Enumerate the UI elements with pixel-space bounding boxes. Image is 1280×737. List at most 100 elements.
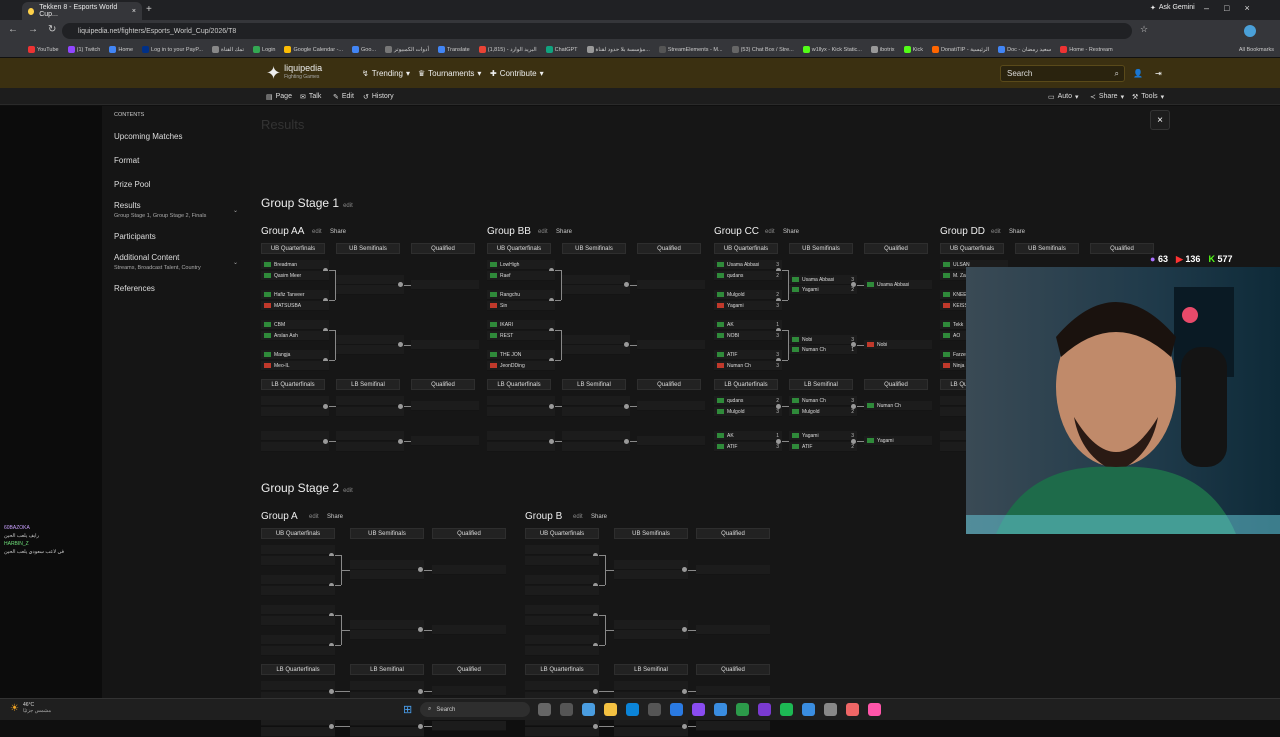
taskbar-app-icon[interactable] [692, 703, 705, 716]
login-icon[interactable]: ⇥ [1155, 69, 1162, 78]
bookmark-item[interactable]: البريد الوارد - (1,815) [478, 46, 537, 53]
share-link[interactable]: Share [556, 229, 572, 235]
bookmark-item[interactable]: Translate [438, 46, 470, 53]
new-tab-button[interactable]: + [146, 4, 152, 15]
taskbar-app-icon[interactable] [802, 703, 815, 716]
share-link[interactable]: Share [327, 514, 343, 520]
edit-link[interactable]: edit [309, 514, 319, 520]
weather-widget[interactable]: ☀ 46°C مشمس جزئيًا [10, 702, 51, 714]
toc-results-sub[interactable]: Group Stage 1, Group Stage 2, Finals [114, 213, 206, 219]
toc-item-results[interactable]: Results [114, 201, 141, 210]
edit-tab[interactable]: ✎ Edit [333, 88, 354, 105]
taskbar-search[interactable]: ⌕ Search [420, 702, 530, 717]
back-icon[interactable]: ← [8, 24, 18, 35]
bookmark-item[interactable]: Google Calendar -... [284, 46, 343, 53]
bookmark-star-icon[interactable]: ☆ [1140, 24, 1148, 35]
bookmark-item[interactable]: ibotrix [870, 46, 895, 53]
bookmark-item[interactable]: Home [109, 46, 133, 53]
bookmark-item[interactable]: تمك القناة [211, 46, 244, 53]
maximize-icon[interactable]: □ [1224, 3, 1229, 13]
edit-link[interactable]: edit [312, 229, 322, 235]
match-info-icon[interactable] [776, 439, 781, 444]
bookmark-item[interactable]: w1llyx - Kick Static... [802, 46, 862, 53]
nav-contribute[interactable]: ✚ Contribute ▾ [490, 58, 544, 88]
reload-icon[interactable]: ↻ [48, 24, 56, 35]
edit-link[interactable]: edit [538, 229, 548, 235]
edit-link[interactable]: edit [343, 203, 353, 209]
taskbar-app-icon[interactable] [714, 703, 727, 716]
nav-trending[interactable]: ↯ Trending ▾ [362, 58, 410, 88]
bookmark-item[interactable]: Login [253, 46, 275, 53]
close-icon[interactable]: × [1150, 110, 1170, 130]
match-info-icon[interactable] [398, 404, 403, 409]
match-info-icon[interactable] [398, 282, 403, 287]
match-info-icon[interactable] [418, 689, 423, 694]
bookmark-item[interactable]: ChatGPT [545, 46, 578, 53]
taskbar-app-icon[interactable] [824, 703, 837, 716]
windows-start-icon[interactable]: ⊞ [403, 703, 412, 716]
edit-link[interactable]: edit [765, 229, 775, 235]
taskbar-app-icon[interactable] [758, 703, 771, 716]
share-link[interactable]: Share [1009, 229, 1025, 235]
bookmark-item[interactable]: Goo... [352, 46, 376, 53]
taskbar-app-icon[interactable] [538, 703, 551, 716]
bookmark-item[interactable]: YouTube [28, 46, 59, 53]
bookmark-item[interactable]: Doc - سعيد رمضان [998, 46, 1051, 53]
taskbar-app-icon[interactable] [846, 703, 859, 716]
tools-menu[interactable]: ⚒ Tools ▾ [1132, 88, 1164, 105]
match-info-icon[interactable] [329, 724, 334, 729]
close-window-icon[interactable]: × [1244, 3, 1249, 13]
bookmark-item[interactable]: مؤسسة بلا حدود لقناة... [586, 46, 650, 53]
edit-link[interactable]: edit [573, 514, 583, 520]
toc-item-additional[interactable]: Additional Content [114, 253, 179, 262]
match-info-icon[interactable] [624, 439, 629, 444]
match-info-icon[interactable] [851, 282, 856, 287]
match-info-icon[interactable] [851, 342, 856, 347]
match-info-icon[interactable] [549, 404, 554, 409]
taskbar-app-icon[interactable] [736, 703, 749, 716]
ask-gemini-button[interactable]: ✦ Ask Gemini [1150, 4, 1195, 12]
match-info-icon[interactable] [398, 439, 403, 444]
profile-avatar[interactable] [1244, 25, 1256, 37]
page-tab[interactable]: ▤ Page [266, 88, 292, 105]
toc-additional-sub[interactable]: Streams, Broadcast Talent, Country [114, 265, 201, 271]
site-logo[interactable]: ✦ liquipedia Fighting Games [266, 58, 322, 88]
share-link[interactable]: Share [591, 514, 607, 520]
bookmark-item[interactable]: أدوات الكمبيوتر [385, 46, 429, 53]
match-info-icon[interactable] [418, 724, 423, 729]
bookmark-item[interactable]: StreamElements - M... [658, 46, 723, 53]
match-info-icon[interactable] [398, 342, 403, 347]
taskbar-app-icon[interactable] [560, 703, 573, 716]
bookmark-item[interactable]: Log in to your PayP... [142, 46, 203, 53]
minimize-icon[interactable]: – [1204, 3, 1209, 13]
forward-icon[interactable]: → [28, 24, 38, 35]
match-info-icon[interactable] [776, 404, 781, 409]
bookmark-item[interactable]: (53) Chat Box / Stre... [731, 46, 794, 53]
toc-item-format[interactable]: Format [114, 156, 139, 165]
tab-close-icon[interactable]: × [132, 8, 136, 15]
match-info-icon[interactable] [624, 404, 629, 409]
taskbar-app-icon[interactable] [626, 703, 639, 716]
toc-item-upcoming[interactable]: Upcoming Matches [114, 132, 182, 141]
taskbar-app-icon[interactable] [582, 703, 595, 716]
user-icon[interactable]: 👤 [1133, 69, 1143, 78]
match-info-icon[interactable] [418, 627, 423, 632]
bookmark-item[interactable]: Kick [903, 46, 923, 53]
share-menu[interactable]: ≺ Share ▾ [1090, 88, 1124, 105]
toc-item-references[interactable]: References [114, 284, 155, 293]
site-search-input[interactable]: Search ⌕ [1000, 65, 1125, 82]
match-info-icon[interactable] [329, 689, 334, 694]
history-tab[interactable]: ↺ History [363, 88, 394, 105]
url-input[interactable]: liquipedia.net/fighters/Esports_World_Cu… [62, 23, 1132, 39]
toc-expand-icon[interactable]: ⌄ [233, 259, 238, 266]
match-info-icon[interactable] [851, 404, 856, 409]
edit-link[interactable]: edit [343, 488, 353, 494]
share-link[interactable]: Share [330, 229, 346, 235]
toc-item-prize-pool[interactable]: Prize Pool [114, 180, 150, 189]
auto-menu[interactable]: ▭ Auto ▾ [1048, 88, 1079, 105]
toc-item-participants[interactable]: Participants [114, 232, 156, 241]
match-info-icon[interactable] [851, 439, 856, 444]
taskbar-app-icon[interactable] [648, 703, 661, 716]
match-info-icon[interactable] [593, 724, 598, 729]
bookmark-item[interactable]: Home - Restream [1060, 46, 1113, 53]
